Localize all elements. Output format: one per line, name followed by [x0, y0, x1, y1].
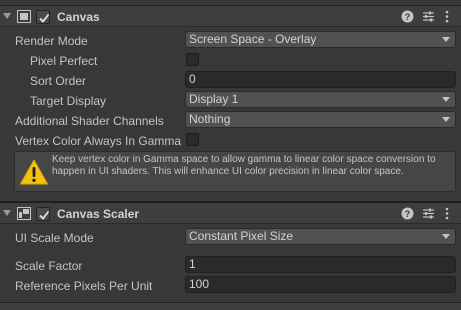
dropdown-arrow-icon	[442, 37, 450, 42]
render-mode-dropdown[interactable]: Screen Space - Overlay	[185, 31, 456, 48]
vertex-color-gamma-checkbox[interactable]	[186, 133, 199, 146]
preset-icon[interactable]	[422, 10, 435, 23]
svg-text:?: ?	[405, 209, 411, 219]
checkmark-icon	[39, 210, 50, 220]
ui-scale-mode-value: Constant Pixel Size	[189, 229, 294, 243]
dropdown-arrow-icon	[442, 97, 450, 102]
foldout-arrow-icon[interactable]	[3, 210, 11, 216]
preset-icon[interactable]	[422, 207, 435, 220]
context-menu-icon[interactable]	[444, 207, 450, 220]
canvas-scaler-component-header[interactable]: Canvas Scaler ?	[0, 202, 461, 224]
sort-order-field[interactable]: 0	[185, 71, 456, 88]
dropdown-arrow-icon	[442, 117, 450, 122]
additional-shader-channels-value: Nothing	[189, 112, 231, 126]
canvas-title: Canvas	[57, 10, 100, 24]
checkmark-icon	[39, 13, 50, 23]
render-mode-label: Render Mode	[15, 34, 88, 48]
canvas-enabled-checkbox[interactable]	[36, 10, 50, 24]
pixel-perfect-checkbox[interactable]	[186, 53, 199, 66]
canvas-component-icon	[17, 10, 31, 23]
warning-icon	[20, 159, 48, 185]
render-mode-value: Screen Space - Overlay	[189, 32, 317, 46]
pixel-perfect-label: Pixel Perfect	[30, 54, 98, 68]
reference-pixels-per-unit-value: 100	[189, 277, 210, 291]
canvas-scaler-component-icon	[17, 207, 31, 220]
vertex-color-gamma-label: Vertex Color Always In Gamma	[15, 134, 182, 148]
gamma-warning-helpbox: Keep vertex color in Gamma space to allo…	[14, 151, 456, 192]
additional-shader-channels-dropdown[interactable]: Nothing	[185, 111, 456, 128]
help-icon[interactable]: ?	[401, 10, 414, 23]
foldout-arrow-icon[interactable]	[3, 13, 11, 19]
help-text: Keep vertex color in Gamma space to allo…	[52, 154, 436, 177]
next-component-header[interactable]	[0, 302, 461, 310]
canvas-component-header[interactable]: Canvas ?	[0, 5, 461, 27]
canvas-scaler-title: Canvas Scaler	[57, 207, 140, 221]
sort-order-label: Sort Order	[30, 74, 87, 88]
reference-pixels-per-unit-field[interactable]: 100	[185, 276, 456, 293]
target-display-dropdown[interactable]: Display 1	[185, 91, 456, 108]
context-menu-icon[interactable]	[444, 10, 450, 23]
additional-shader-channels-label: Additional Shader Channels	[15, 114, 164, 128]
dropdown-arrow-icon	[442, 234, 450, 239]
reference-pixels-per-unit-label: Reference Pixels Per Unit	[15, 279, 153, 293]
help-icon[interactable]: ?	[401, 207, 414, 220]
target-display-value: Display 1	[189, 92, 239, 106]
scale-factor-field[interactable]: 1	[185, 256, 456, 273]
scale-factor-value: 1	[189, 257, 196, 271]
sort-order-value: 0	[189, 72, 196, 86]
canvas-scaler-enabled-checkbox[interactable]	[36, 207, 50, 221]
ui-scale-mode-dropdown[interactable]: Constant Pixel Size	[185, 228, 456, 245]
ui-scale-mode-label: UI Scale Mode	[15, 231, 94, 245]
svg-text:?: ?	[405, 12, 411, 22]
scale-factor-label: Scale Factor	[15, 259, 83, 273]
target-display-label: Target Display	[30, 94, 107, 108]
